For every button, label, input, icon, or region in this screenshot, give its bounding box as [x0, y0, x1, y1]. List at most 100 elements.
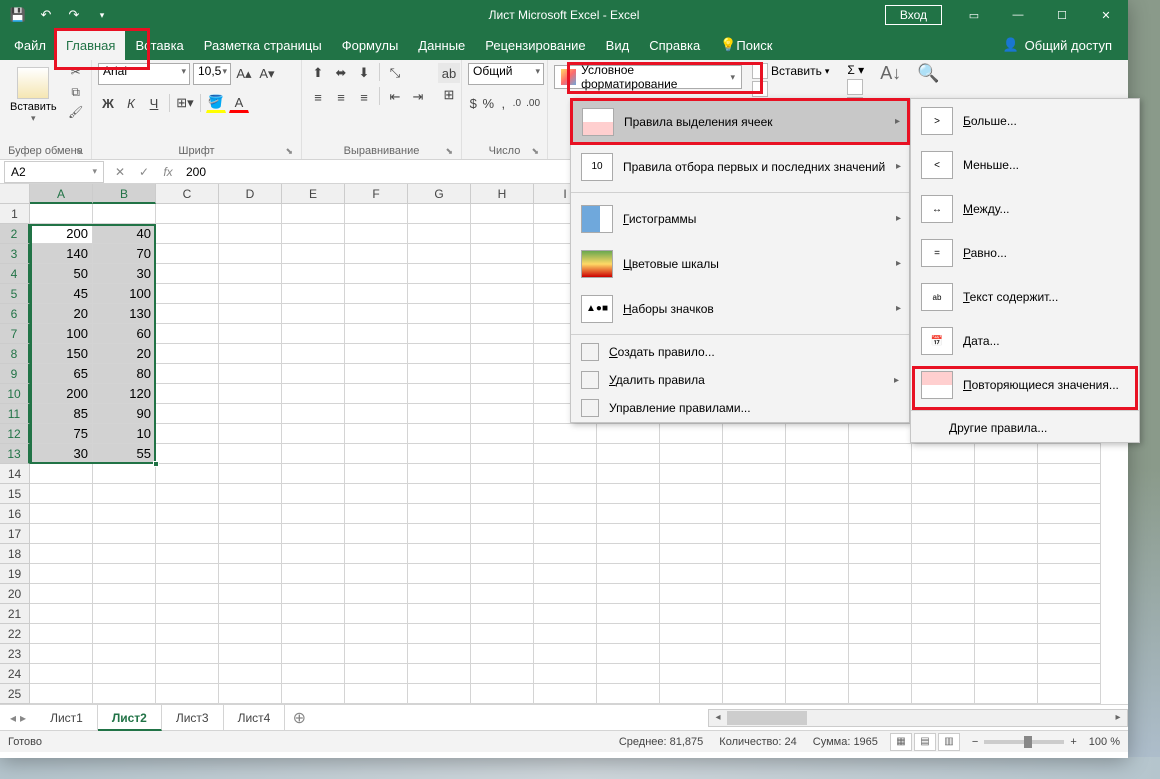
cell-D20[interactable] — [219, 584, 282, 604]
cell-M14[interactable] — [786, 464, 849, 484]
cell-L14[interactable] — [723, 464, 786, 484]
cell-Q24[interactable] — [1038, 664, 1101, 684]
cell-L20[interactable] — [723, 584, 786, 604]
cell-M16[interactable] — [786, 504, 849, 524]
cell-A15[interactable] — [30, 484, 93, 504]
cell-C14[interactable] — [156, 464, 219, 484]
cell-M13[interactable] — [786, 444, 849, 464]
cell-D5[interactable] — [219, 284, 282, 304]
name-box[interactable]: A2▾ — [4, 161, 104, 183]
align-left-icon[interactable]: ≡ — [308, 87, 328, 107]
row-header-16[interactable]: 16 — [0, 504, 30, 524]
cell-K20[interactable] — [660, 584, 723, 604]
scroll-thumb[interactable] — [727, 711, 807, 725]
cell-C4[interactable] — [156, 264, 219, 284]
cell-N17[interactable] — [849, 524, 912, 544]
cell-A8[interactable]: 150 — [30, 344, 93, 364]
cell-B16[interactable] — [93, 504, 156, 524]
cell-B22[interactable] — [93, 624, 156, 644]
cell-G25[interactable] — [408, 684, 471, 704]
cell-O20[interactable] — [912, 584, 975, 604]
cell-D25[interactable] — [219, 684, 282, 704]
percent-format-icon[interactable]: % — [482, 93, 496, 113]
cell-I16[interactable] — [534, 504, 597, 524]
cell-I19[interactable] — [534, 564, 597, 584]
cell-B17[interactable] — [93, 524, 156, 544]
cell-H1[interactable] — [471, 204, 534, 224]
cell-G11[interactable] — [408, 404, 471, 424]
cell-P21[interactable] — [975, 604, 1038, 624]
column-header-H[interactable]: H — [471, 184, 534, 204]
rule-text-contains[interactable]: ab Текст содержит... — [911, 275, 1139, 319]
cell-B23[interactable] — [93, 644, 156, 664]
cell-N23[interactable] — [849, 644, 912, 664]
cell-A14[interactable] — [30, 464, 93, 484]
cell-C15[interactable] — [156, 484, 219, 504]
number-format-combo[interactable]: Общий — [468, 63, 544, 85]
cell-H17[interactable] — [471, 524, 534, 544]
maximize-icon[interactable]: ☐ — [1040, 0, 1084, 30]
cell-H20[interactable] — [471, 584, 534, 604]
cell-B4[interactable]: 30 — [93, 264, 156, 284]
row-header-4[interactable]: 4 — [0, 264, 30, 284]
cell-B11[interactable]: 90 — [93, 404, 156, 424]
cell-K13[interactable] — [660, 444, 723, 464]
wrap-text-icon[interactable]: ab — [438, 63, 460, 83]
font-launcher-icon[interactable]: ⬊ — [285, 146, 293, 157]
cell-O17[interactable] — [912, 524, 975, 544]
column-header-E[interactable]: E — [282, 184, 345, 204]
cell-Q19[interactable] — [1038, 564, 1101, 584]
orientation-icon[interactable]: ⤡ — [385, 63, 405, 83]
cell-K24[interactable] — [660, 664, 723, 684]
cell-G13[interactable] — [408, 444, 471, 464]
cell-M12[interactable] — [786, 424, 849, 444]
cell-G7[interactable] — [408, 324, 471, 344]
row-header-15[interactable]: 15 — [0, 484, 30, 504]
cell-Q18[interactable] — [1038, 544, 1101, 564]
cell-F11[interactable] — [345, 404, 408, 424]
save-icon[interactable]: 💾 — [8, 5, 28, 25]
cell-H22[interactable] — [471, 624, 534, 644]
cell-H2[interactable] — [471, 224, 534, 244]
cell-F8[interactable] — [345, 344, 408, 364]
cell-B10[interactable]: 120 — [93, 384, 156, 404]
scroll-left-icon[interactable]: ◂ — [709, 712, 727, 723]
cell-G9[interactable] — [408, 364, 471, 384]
cell-N20[interactable] — [849, 584, 912, 604]
cell-O14[interactable] — [912, 464, 975, 484]
row-header-13[interactable]: 13 — [0, 444, 30, 464]
cell-G8[interactable] — [408, 344, 471, 364]
cell-A19[interactable] — [30, 564, 93, 584]
cell-G5[interactable] — [408, 284, 471, 304]
cell-O19[interactable] — [912, 564, 975, 584]
cell-F9[interactable] — [345, 364, 408, 384]
cell-H21[interactable] — [471, 604, 534, 624]
cell-D9[interactable] — [219, 364, 282, 384]
cell-C16[interactable] — [156, 504, 219, 524]
cell-H4[interactable] — [471, 264, 534, 284]
cell-E12[interactable] — [282, 424, 345, 444]
ribbon-options-icon[interactable]: ▭ — [952, 0, 996, 30]
cell-K23[interactable] — [660, 644, 723, 664]
cell-D4[interactable] — [219, 264, 282, 284]
cell-B9[interactable]: 80 — [93, 364, 156, 384]
cell-C12[interactable] — [156, 424, 219, 444]
cell-G24[interactable] — [408, 664, 471, 684]
cell-E1[interactable] — [282, 204, 345, 224]
cell-F21[interactable] — [345, 604, 408, 624]
cell-E23[interactable] — [282, 644, 345, 664]
tab-page-layout[interactable]: Разметка страницы — [194, 30, 332, 60]
cell-E10[interactable] — [282, 384, 345, 404]
cell-E5[interactable] — [282, 284, 345, 304]
cell-M20[interactable] — [786, 584, 849, 604]
cell-F6[interactable] — [345, 304, 408, 324]
cell-D14[interactable] — [219, 464, 282, 484]
cell-I23[interactable] — [534, 644, 597, 664]
cell-N13[interactable] — [849, 444, 912, 464]
cell-G18[interactable] — [408, 544, 471, 564]
find-select-button[interactable]: 🔍 — [917, 63, 939, 84]
cell-M25[interactable] — [786, 684, 849, 704]
cell-E22[interactable] — [282, 624, 345, 644]
cell-H23[interactable] — [471, 644, 534, 664]
view-page-break-icon[interactable]: ▥ — [938, 733, 960, 751]
